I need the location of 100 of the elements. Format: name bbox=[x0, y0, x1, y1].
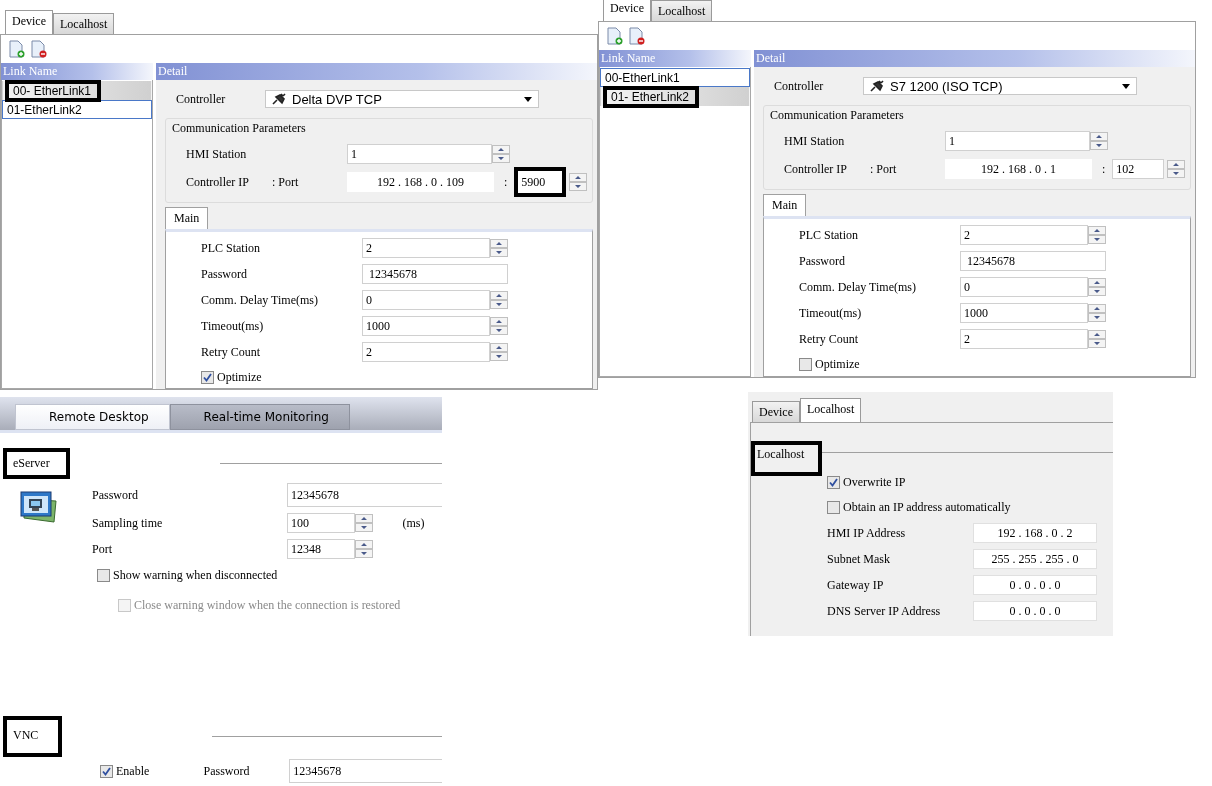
spinner-icon[interactable] bbox=[1088, 278, 1106, 296]
field-label: : Port bbox=[870, 161, 898, 177]
spinner-icon[interactable] bbox=[490, 239, 508, 257]
spinner-icon[interactable] bbox=[1090, 132, 1108, 150]
checkbox[interactable] bbox=[100, 764, 113, 778]
remove-document-icon[interactable] bbox=[31, 40, 47, 58]
detail-header: Detail bbox=[156, 63, 597, 80]
number-field[interactable]: 12348 bbox=[287, 539, 355, 559]
ip-address-field[interactable]: 0 . 0 . 0 . 0 bbox=[973, 601, 1097, 621]
ip-address-field[interactable]: 192 . 168 . 0 . 1 bbox=[945, 159, 1092, 179]
link-list-item[interactable]: 00- EtherLink1 bbox=[2, 81, 152, 100]
checkbox-label: Show warning when disconnected bbox=[113, 568, 278, 583]
field-label: Retry Count bbox=[201, 344, 261, 360]
add-document-icon[interactable] bbox=[9, 40, 25, 58]
number-field[interactable]: 2 bbox=[960, 225, 1088, 245]
field-label: Sampling time bbox=[92, 515, 164, 531]
field-label: Port bbox=[92, 541, 113, 557]
spinner-icon[interactable] bbox=[490, 343, 508, 361]
field-label: HMI Station bbox=[783, 133, 846, 149]
ip-address-field[interactable]: 255 . 255 . 255 . 0 bbox=[973, 549, 1097, 569]
spinner-icon[interactable] bbox=[1088, 330, 1106, 348]
controller-label: Controller bbox=[773, 78, 825, 94]
field-label: Password bbox=[201, 266, 248, 282]
field-label: Password bbox=[92, 487, 139, 503]
field-label: Subnet Mask bbox=[827, 551, 891, 567]
checkbox-label: Close warning window when the connection is restored bbox=[134, 598, 401, 613]
number-field[interactable]: 2 bbox=[362, 342, 490, 362]
ip-address-field[interactable]: 0 . 0 . 0 . 0 bbox=[973, 575, 1097, 595]
number-field[interactable]: 0 bbox=[362, 290, 490, 310]
ip-address-field[interactable]: 192 . 168 . 0 . 109 bbox=[347, 172, 494, 192]
password-field[interactable]: 12345678 bbox=[287, 483, 442, 507]
ip-address-field[interactable]: 192 . 168 . 0 . 2 bbox=[973, 523, 1097, 543]
link-list-item[interactable]: 01- EtherLink2 bbox=[600, 87, 750, 106]
dropdown-arrow-icon[interactable] bbox=[524, 96, 532, 102]
checkbox[interactable] bbox=[97, 569, 110, 582]
field-label: : Port bbox=[272, 174, 300, 190]
spinner-icon[interactable] bbox=[355, 514, 373, 532]
tab[interactable]: Remote Desktop bbox=[15, 404, 170, 430]
checkbox[interactable] bbox=[827, 476, 840, 489]
spinner-icon[interactable] bbox=[490, 291, 508, 309]
number-field[interactable]: 2 bbox=[960, 329, 1088, 349]
add-document-icon[interactable] bbox=[607, 27, 623, 45]
checkbox[interactable] bbox=[201, 371, 214, 384]
password-field[interactable]: 12345678 bbox=[362, 264, 508, 284]
tab[interactable]: Device bbox=[603, 0, 651, 21]
number-field[interactable]: 0 bbox=[960, 277, 1088, 297]
number-field[interactable]: 100 bbox=[287, 513, 355, 533]
field-label: HMI Station bbox=[185, 146, 248, 162]
controller-dropdown[interactable]: Delta DVP TCP bbox=[265, 90, 539, 108]
list-header: Link Name bbox=[599, 50, 751, 67]
tab[interactable]: Localhost bbox=[53, 13, 115, 34]
field-label: Timeout(ms) bbox=[799, 305, 863, 321]
tab[interactable]: Real-time Monitoring bbox=[169, 404, 350, 430]
spinner-icon[interactable] bbox=[1167, 160, 1186, 178]
number-field[interactable]: 1000 bbox=[960, 303, 1088, 323]
spinner-icon[interactable] bbox=[569, 173, 588, 191]
port-field[interactable]: 5900 bbox=[514, 167, 567, 197]
remove-document-icon[interactable] bbox=[629, 27, 645, 45]
tab[interactable]: Device bbox=[5, 10, 53, 34]
field-label: Comm. Delay Time(ms) bbox=[201, 292, 319, 308]
checkbox-label: Obtain an IP address automatically bbox=[843, 500, 1011, 515]
main-tab[interactable]: Main bbox=[165, 207, 209, 229]
checkbox-label: Overwrite IP bbox=[843, 475, 906, 490]
unit-label: (ms) bbox=[402, 515, 426, 531]
plug-icon bbox=[870, 80, 884, 92]
checkbox-label: Enable bbox=[116, 763, 150, 779]
field-label: Gateway IP bbox=[827, 577, 885, 593]
spinner-icon[interactable] bbox=[490, 317, 508, 335]
password-field[interactable]: 12345678 bbox=[960, 251, 1106, 271]
spinner-icon[interactable] bbox=[1088, 226, 1106, 244]
checkbox[interactable] bbox=[799, 358, 812, 371]
plug-icon bbox=[272, 93, 286, 105]
number-field[interactable]: 1000 bbox=[362, 316, 490, 336]
field-label: PLC Station bbox=[799, 227, 859, 243]
tab[interactable]: Device bbox=[752, 401, 800, 422]
tab[interactable]: Localhost bbox=[651, 0, 713, 21]
detail-header: Detail bbox=[754, 50, 1195, 67]
controller-dropdown[interactable]: S7 1200 (ISO TCP) bbox=[863, 77, 1137, 95]
port-field[interactable]: 102 bbox=[1112, 159, 1165, 179]
field-label: Controller IP bbox=[783, 161, 848, 177]
dropdown-arrow-icon[interactable] bbox=[1122, 83, 1130, 89]
separator-text: : bbox=[1102, 161, 1106, 177]
controller-label: Controller bbox=[175, 91, 227, 107]
field-label: DNS Server IP Address bbox=[827, 603, 942, 619]
hmi-station-field[interactable]: 1 bbox=[347, 144, 492, 164]
field-label: Retry Count bbox=[799, 331, 859, 347]
field-label: Controller IP bbox=[185, 174, 250, 190]
tab[interactable]: Localhost bbox=[800, 398, 862, 422]
spinner-icon[interactable] bbox=[1088, 304, 1106, 322]
section-title: VNC bbox=[3, 716, 63, 757]
link-list-item[interactable]: 01-EtherLink2 bbox=[2, 100, 152, 119]
main-tab[interactable]: Main bbox=[763, 194, 807, 216]
field-label: HMI IP Address bbox=[827, 525, 907, 541]
spinner-icon[interactable] bbox=[492, 145, 510, 163]
number-field[interactable]: 2 bbox=[362, 238, 490, 258]
hmi-station-field[interactable]: 1 bbox=[945, 131, 1090, 151]
checkbox[interactable] bbox=[827, 501, 840, 514]
field-label: Password bbox=[203, 763, 251, 779]
password-field[interactable]: 12345678 bbox=[289, 759, 442, 783]
spinner-icon[interactable] bbox=[355, 540, 373, 558]
